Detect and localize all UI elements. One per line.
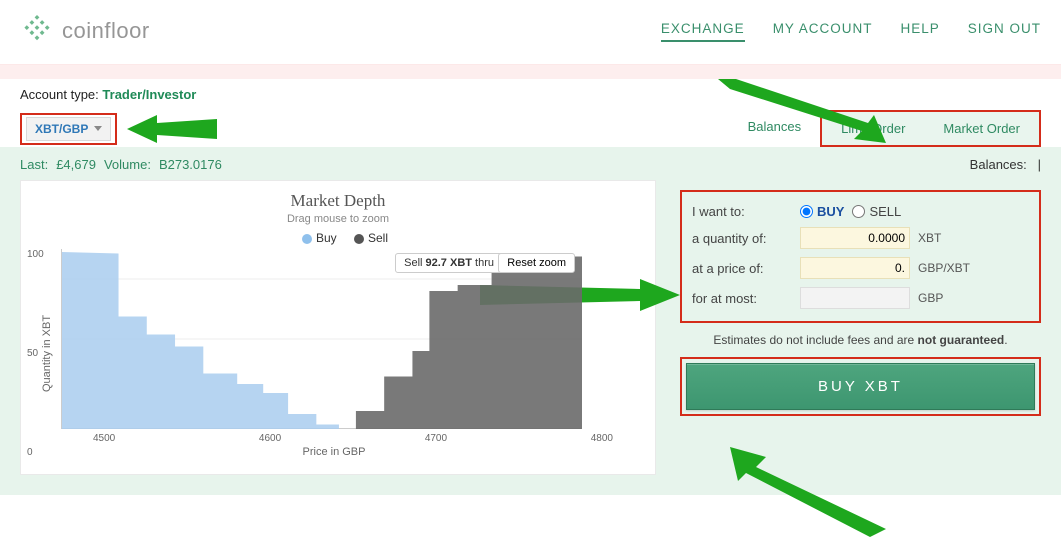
nav-help[interactable]: HELP [900,21,939,42]
order-side-sell[interactable]: SELL [852,204,901,219]
market-depth-chart: Market Depth Drag mouse to zoom Buy Sell… [20,180,656,475]
account-type-value: Trader/Investor [102,87,196,102]
radio-sell[interactable] [852,205,865,218]
order-tabs: Balances Limit Order Market Order [729,110,1041,147]
pair-selector-label: XBT/GBP [35,122,88,136]
stats-row: Last: £4,679 Volume: B273.0176 [20,157,656,180]
order-form: I want to: BUY SELL a quantity of: XBT a… [680,190,1041,323]
order-disclaimer: Estimates do not include fees and are no… [680,333,1041,347]
pair-selector[interactable]: XBT/GBP [26,117,111,141]
chart-plot-area[interactable]: Sell 92.7 XBT thru Reset zoom [61,249,581,429]
main-panel: Last: £4,679 Volume: B273.0176 Market De… [0,147,1061,495]
chart-title: Market Depth [39,191,637,211]
chart-xticks: 4500 4600 4700 4800 [93,433,613,444]
account-type-label: Account type: [20,87,99,102]
order-price-input[interactable] [800,257,910,279]
nav-sign-out[interactable]: SIGN OUT [968,21,1041,42]
volume-label: Volume: [104,157,151,172]
notice-bar [0,65,1061,79]
radio-buy[interactable] [800,205,813,218]
brand-logo: coinfloor [20,14,150,48]
nav-my-account[interactable]: MY ACCOUNT [773,21,873,42]
account-type-row: Account type: Trader/Investor [0,79,1061,106]
chart-xlabel: Price in GBP [55,446,613,458]
order-most-unit: GBP [918,291,970,305]
order-i-want-label: I want to: [692,204,792,219]
balances-label: Balances: [970,157,1027,172]
toolbar: XBT/GBP Balances Limit Order Market Orde… [0,106,1061,147]
chart-legend: Buy Sell [39,231,637,245]
chart-subtitle: Drag mouse to zoom [39,213,637,225]
tab-market-order[interactable]: Market Order [924,112,1039,145]
buy-button[interactable]: BUY XBT [686,363,1035,410]
balances-sep: | [1038,157,1041,172]
brand-name: coinfloor [62,18,150,44]
annotation-pair-highlight: XBT/GBP [20,113,117,145]
order-most-input[interactable] [800,287,910,309]
order-qty-input[interactable] [800,227,910,249]
order-qty-unit: XBT [918,231,970,245]
chart-yticks: 100 50 0 [27,249,44,458]
order-qty-label: a quantity of: [692,231,792,246]
annotation-tabs-highlight: Limit Order Market Order [820,110,1041,147]
legend-sell-label: Sell [368,231,388,245]
tab-balances[interactable]: Balances [729,110,820,147]
top-nav: EXCHANGE MY ACCOUNT HELP SIGN OUT [661,21,1041,42]
reset-zoom-button[interactable]: Reset zoom [498,253,575,273]
legend-buy-label: Buy [316,231,337,245]
logo-icon [20,14,54,48]
last-label: Last: [20,157,48,172]
caret-down-icon [94,126,102,131]
annotation-arrow-icon [127,115,217,143]
volume-value: B273.0176 [159,157,222,172]
order-price-label: at a price of: [692,261,792,276]
legend-sell-dot-icon [354,234,364,244]
chart-tooltip: Sell 92.7 XBT thru [395,253,503,273]
last-value: £4,679 [56,157,96,172]
tab-limit-order[interactable]: Limit Order [822,112,924,145]
order-most-label: for at most: [692,291,792,306]
order-side-buy[interactable]: BUY [800,204,844,219]
annotation-buy-highlight: BUY XBT [680,357,1041,416]
legend-buy-dot-icon [302,234,312,244]
header: coinfloor EXCHANGE MY ACCOUNT HELP SIGN … [0,0,1061,65]
order-price-unit: GBP/XBT [918,261,970,275]
nav-exchange[interactable]: EXCHANGE [661,21,745,42]
